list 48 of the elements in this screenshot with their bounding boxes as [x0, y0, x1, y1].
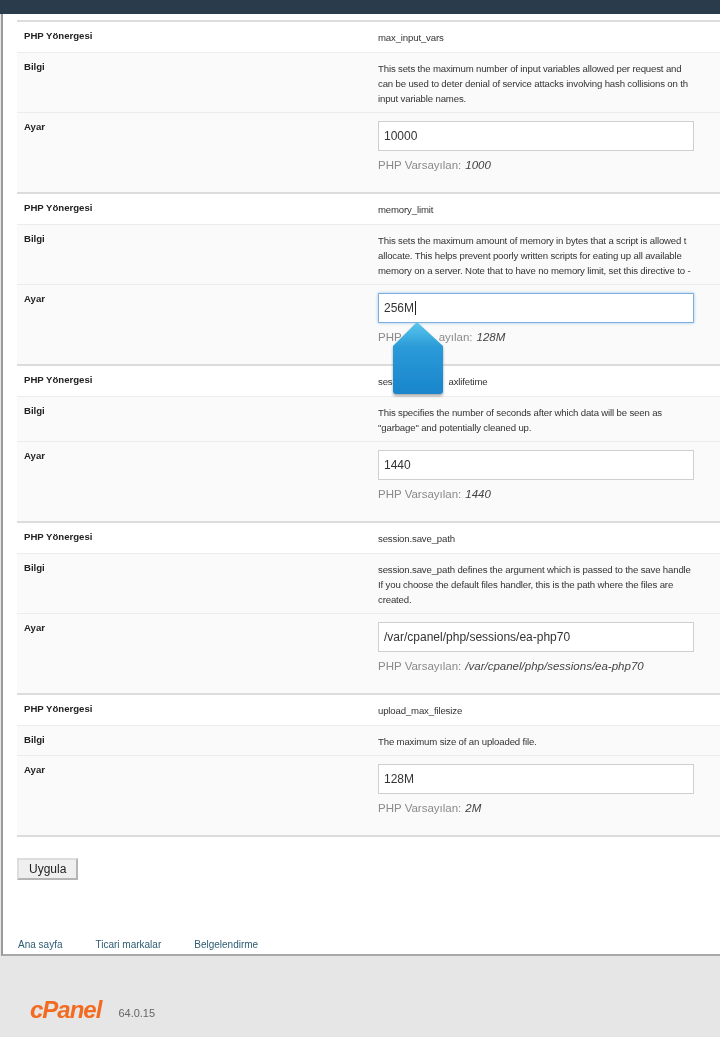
row-label: Ayar — [24, 764, 45, 775]
directive-name: memory_limit — [378, 204, 434, 215]
directive-name: axlifetime — [448, 376, 488, 387]
footer-link[interactable]: Ana sayfa — [18, 939, 63, 950]
apply-button[interactable]: Uygula — [17, 858, 79, 880]
default-label: PHP Varsayılan: — [378, 660, 462, 672]
row-label: Ayar — [24, 622, 45, 633]
default-value: 128M — [476, 331, 506, 343]
version-number: 64.0.15 — [118, 1007, 156, 1019]
footer-link[interactable]: Ticari markalar — [95, 939, 162, 950]
directive-description: This specifies the number of seconds after which data will be seen as "garbage" and potentially cleaned up. — [378, 406, 662, 435]
directive-name: session.save_path — [378, 533, 455, 544]
row-label: PHP Yönergesi — [24, 374, 93, 385]
row-label: PHP Yönergesi — [24, 703, 93, 714]
directive-description: The maximum size of an uploaded file. — [378, 735, 537, 749]
default-value: 1440 — [465, 488, 491, 500]
directive-description: session.save_path defines the argument which is passed to the save handle If you choose the default files handler, this is the path where the files are created. — [378, 563, 691, 607]
input-field[interactable]: /var/cpanel/php/sessions/ea-php70 — [378, 622, 694, 652]
row-label: Bilgi — [24, 734, 45, 745]
default-label: PHP Varsayılan: — [378, 159, 462, 171]
default-label: ayılan: — [438, 331, 473, 343]
input-field[interactable]: 1440 — [378, 450, 694, 480]
directive-description: This sets the maximum number of input variables allowed per request and can be used to deter denial of service attacks involving hash collisions on th input variable names. — [378, 62, 688, 106]
default-label: PHP Varsayılan: — [378, 488, 462, 500]
default-value: /var/cpanel/php/sessions/ea-php70 — [465, 660, 644, 672]
row-label: Ayar — [24, 121, 45, 132]
row-label: PHP Yönergesi — [24, 202, 93, 213]
row-label: Bilgi — [24, 562, 45, 573]
directive-name: upload_max_filesize — [378, 705, 463, 716]
directive-name: max_input_vars — [378, 32, 444, 43]
input-field[interactable]: 256M — [378, 293, 694, 323]
row-label: PHP Yönergesi — [24, 531, 93, 542]
row-label: Bilgi — [24, 233, 45, 244]
default-label: PHP — [378, 331, 402, 343]
default-value: 2M — [465, 802, 482, 814]
default-label: PHP Varsayılan: — [378, 802, 462, 814]
input-field[interactable]: 10000 — [378, 121, 694, 151]
row-label: Ayar — [24, 450, 45, 461]
cpanel-logo: cPanel — [30, 996, 102, 1024]
input-field[interactable]: 128M — [378, 764, 694, 794]
default-value: 1000 — [465, 159, 491, 171]
directive-name: ses — [378, 376, 393, 387]
row-label: Bilgi — [24, 61, 45, 72]
row-label: Bilgi — [24, 405, 45, 416]
row-label: Ayar — [24, 293, 45, 304]
footer-link[interactable]: Belgelendirme — [194, 939, 259, 950]
row-label: PHP Yönergesi — [24, 30, 93, 41]
directive-description: This sets the maximum amount of memory in bytes that a script is allowed t allocate. This helps prevent poorly written scripts for eating up all available memory on a server. Note that to have no memory limit, set this directive to - — [378, 234, 691, 278]
